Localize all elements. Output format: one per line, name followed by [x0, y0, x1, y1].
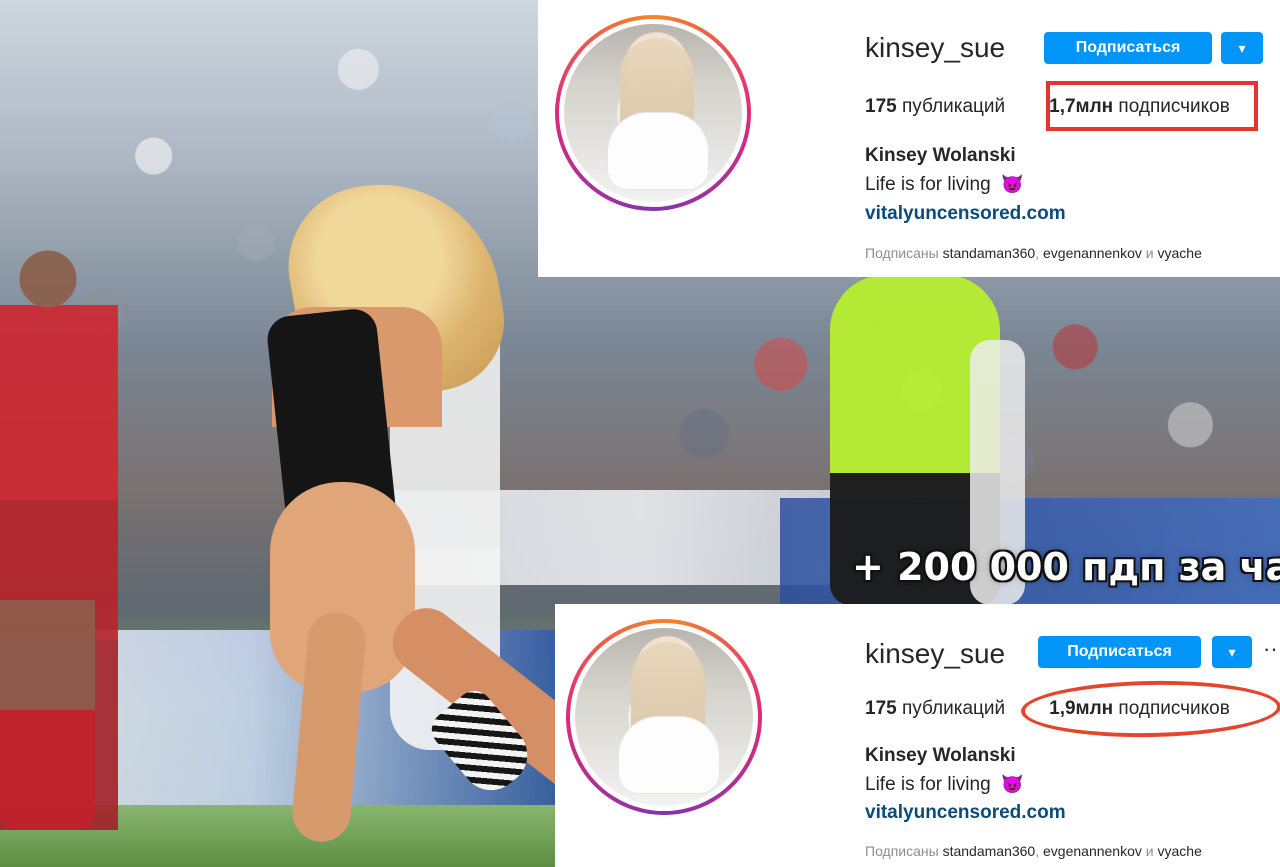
followed-by-label: Подписаны — [865, 843, 939, 859]
followed-by-separator: , — [1035, 245, 1040, 261]
posts-label: публикаций — [901, 96, 1006, 117]
bio-text: Life is for living — [865, 774, 991, 795]
running-woman — [248, 165, 619, 845]
full-name: Kinsey Wolanski — [865, 145, 1016, 166]
devil-emoji-icon: 😈 — [1000, 174, 1024, 194]
avatar — [564, 24, 742, 202]
avatar-frame — [570, 623, 758, 811]
profile-username: kinsey_sue — [865, 638, 1006, 669]
followed-by-and: и — [1145, 843, 1154, 859]
full-name: Kinsey Wolanski — [865, 745, 1016, 766]
bio: Life is for living 😈 — [865, 175, 1023, 194]
website-link[interactable]: vitalyuncensored.com — [865, 204, 1066, 223]
story-ring[interactable] — [566, 619, 762, 815]
followed-by: Подписаны standaman360, evgenannenkov и … — [865, 246, 1202, 260]
chevron-down-icon[interactable]: ▾ — [1221, 32, 1263, 64]
followers-highlight-ellipse — [1020, 678, 1280, 740]
followed-by-user[interactable]: standaman360 — [943, 245, 1036, 261]
followed-by-user[interactable]: vyache — [1158, 843, 1202, 859]
bio-text: Life is for living — [865, 174, 991, 195]
posts-stat: 175 публикаций — [865, 699, 1005, 718]
devil-emoji-icon: 😈 — [1000, 774, 1024, 794]
profile-card-top: kinsey_sue Подписаться ▾ 175 публикаций … — [538, 0, 1280, 277]
more-icon[interactable]: ··· — [1263, 638, 1280, 660]
followed-by-separator: , — [1035, 843, 1040, 859]
followed-by-label: Подписаны — [865, 245, 939, 261]
growth-caption: + 200 000 пдп за час — [852, 545, 1280, 589]
posts-label: публикаций — [901, 698, 1006, 719]
football-player-left-leg — [0, 600, 95, 830]
bio: Life is for living 😈 — [865, 775, 1023, 794]
follow-button[interactable]: Подписаться — [1038, 636, 1201, 668]
posts-count: 175 — [865, 698, 897, 719]
profile-username: kinsey_sue — [865, 32, 1006, 63]
posts-count: 175 — [865, 96, 897, 117]
avatar — [575, 628, 753, 806]
website-link[interactable]: vitalyuncensored.com — [865, 803, 1066, 822]
followed-by-user[interactable]: evgenannenkov — [1043, 245, 1142, 261]
posts-stat: 175 публикаций — [865, 97, 1005, 116]
followed-by-user[interactable]: evgenannenkov — [1043, 843, 1142, 859]
profile-card-bottom: kinsey_sue Подписаться ▾ ··· 175 публика… — [555, 604, 1280, 867]
story-ring[interactable] — [555, 15, 751, 211]
followed-by-user[interactable]: standaman360 — [943, 843, 1036, 859]
followed-by-and: и — [1145, 245, 1154, 261]
followed-by-user[interactable]: vyache — [1158, 245, 1202, 261]
chevron-down-icon[interactable]: ▾ — [1212, 636, 1252, 668]
followed-by: Подписаны standaman360, evgenannenkov и … — [865, 844, 1202, 858]
followers-highlight-box — [1046, 81, 1258, 131]
follow-button[interactable]: Подписаться — [1044, 32, 1212, 64]
avatar-frame — [559, 19, 747, 207]
